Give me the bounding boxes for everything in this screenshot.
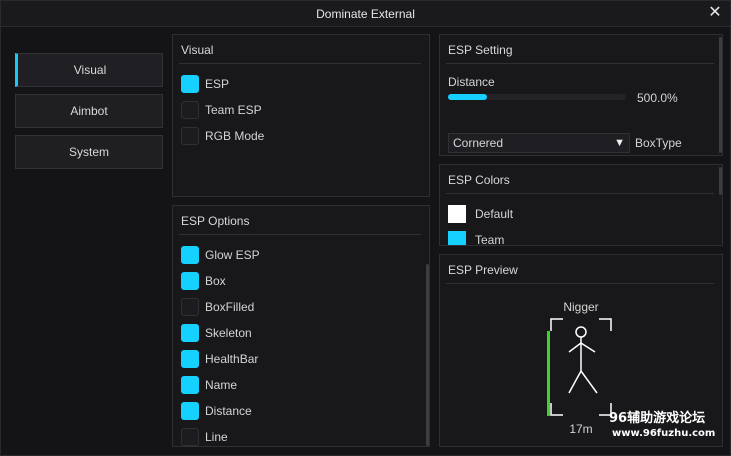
- watermark-text: 96辅助游戏论坛: [609, 411, 706, 426]
- close-icon[interactable]: ✕: [706, 4, 724, 22]
- nav-item-visual[interactable]: Visual: [15, 53, 163, 87]
- chevron-down-icon[interactable]: ▼: [614, 134, 625, 152]
- distance-slider[interactable]: [448, 94, 626, 100]
- box-checkbox[interactable]: Box: [181, 271, 226, 291]
- distance-value: 500.0%: [637, 91, 678, 105]
- default-color-swatch[interactable]: Default: [448, 204, 513, 224]
- box-type-label: BoxType: [635, 136, 682, 150]
- checkbox-label: ESP: [205, 77, 230, 91]
- window-title: Dominate External: [316, 7, 415, 21]
- esp-options-panel: ESP Options Glow ESP Box BoxFilled Skele…: [172, 205, 430, 447]
- esp-checkbox[interactable]: ESP: [181, 74, 229, 94]
- glow-esp-checkbox[interactable]: Glow ESP: [181, 245, 260, 265]
- nav-item-label: System: [68, 145, 109, 159]
- watermark-url: www.96fuzhu.com: [612, 428, 716, 439]
- panel-title: Visual: [181, 43, 214, 57]
- checkbox-box[interactable]: [181, 324, 199, 342]
- checkbox-label: Line: [205, 430, 228, 444]
- checkbox-label: Name: [205, 378, 238, 392]
- divider: [446, 283, 714, 284]
- checkbox-box[interactable]: [181, 127, 199, 145]
- checkbox-box[interactable]: [181, 246, 199, 264]
- checkbox-label: Team ESP: [205, 103, 262, 117]
- visual-panel: Visual ESP Team ESP RGB Mode: [172, 34, 430, 197]
- checkbox-box[interactable]: [181, 402, 199, 420]
- line-checkbox[interactable]: Line: [181, 427, 228, 446]
- distance-label: Distance: [448, 75, 495, 89]
- checkbox-box[interactable]: [181, 376, 199, 394]
- scrollbar[interactable]: [719, 37, 722, 153]
- esp-preview-graphic: [547, 318, 612, 416]
- distance-checkbox[interactable]: Distance: [181, 401, 252, 421]
- skeleton-checkbox[interactable]: Skeleton: [181, 323, 252, 343]
- title-bar[interactable]: Dominate External ✕: [1, 1, 730, 27]
- checkbox-label: RGB Mode: [205, 129, 265, 143]
- slider-fill: [448, 94, 488, 100]
- divider: [446, 63, 714, 64]
- color-swatch[interactable]: [448, 205, 466, 223]
- color-label: Team: [475, 233, 505, 246]
- checkbox-label: Skeleton: [205, 326, 252, 340]
- divider: [179, 234, 421, 235]
- box-filled-checkbox[interactable]: BoxFilled: [181, 297, 254, 317]
- preview-name: Nigger: [563, 300, 599, 314]
- name-checkbox[interactable]: Name: [181, 375, 237, 395]
- checkbox-label: Glow ESP: [205, 248, 260, 262]
- rgb-mode-checkbox[interactable]: RGB Mode: [181, 126, 264, 146]
- healthbar-checkbox[interactable]: HealthBar: [181, 349, 258, 369]
- skeleton-figure: [568, 326, 598, 394]
- panel-title: ESP Options: [181, 214, 250, 228]
- dropdown-value: Cornered: [453, 136, 504, 150]
- nav-item-aimbot[interactable]: Aimbot: [15, 94, 163, 128]
- nav-item-label: Visual: [73, 63, 107, 77]
- checkbox-box[interactable]: [181, 272, 199, 290]
- color-swatch[interactable]: [448, 231, 466, 245]
- checkbox-label: Distance: [205, 404, 252, 418]
- checkbox-box[interactable]: [181, 350, 199, 368]
- divider: [446, 193, 714, 194]
- color-label: Default: [475, 207, 514, 221]
- app-window: Dominate External ✕ Visual Aimbot System…: [0, 0, 731, 456]
- checkbox-box[interactable]: [181, 298, 199, 316]
- nav-item-system[interactable]: System: [15, 135, 163, 169]
- esp-colors-panel: ESP Colors Default Team: [439, 164, 723, 246]
- checkbox-label: Box: [205, 274, 226, 288]
- panel-title: ESP Preview: [448, 263, 518, 277]
- team-esp-checkbox[interactable]: Team ESP: [181, 100, 262, 120]
- box-type-dropdown[interactable]: Cornered ▼: [448, 133, 630, 153]
- checkbox-label: HealthBar: [205, 352, 259, 366]
- esp-setting-panel: ESP Setting Distance 500.0% Cornered ▼ B…: [439, 34, 723, 156]
- health-bar: [547, 331, 550, 416]
- scrollbar[interactable]: [426, 264, 429, 446]
- scrollbar[interactable]: [719, 167, 722, 195]
- checkbox-box[interactable]: [181, 75, 199, 93]
- panel-title: ESP Colors: [448, 173, 510, 187]
- divider: [179, 63, 421, 64]
- nav-item-label: Aimbot: [70, 104, 108, 118]
- checkbox-box[interactable]: [181, 428, 199, 446]
- team-color-swatch[interactable]: Team: [448, 230, 505, 246]
- checkbox-box[interactable]: [181, 101, 199, 119]
- panel-title: ESP Setting: [448, 43, 513, 57]
- checkbox-label: BoxFilled: [205, 300, 255, 314]
